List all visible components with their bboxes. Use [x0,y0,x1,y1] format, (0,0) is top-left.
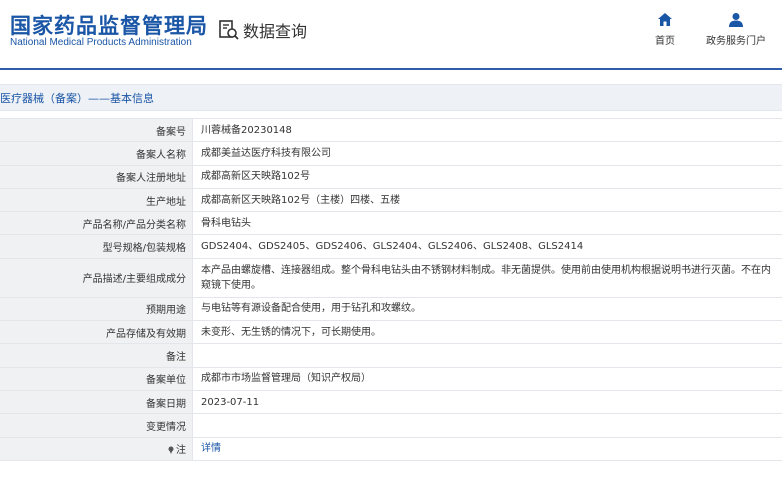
field-label: 预期用途 [0,296,193,322]
field-value: 未变形、无生锈的情况下，可长期使用。 [192,320,782,345]
table-row: 变更情况 [0,413,782,438]
document-search-icon [219,20,239,40]
logo-subtitle[interactable]: National Medical Products Administration [10,37,192,48]
table-row: 备案号 川蓉械备20230148 [0,117,782,143]
breadcrumb: 医疗器械（备案）——基本信息 [0,92,154,105]
record-info-table: 备案号 川蓉械备20230148 备案人名称 成都美益达医疗科技有限公司 备案人… [0,117,782,461]
note-label-cell: 注 [0,436,193,461]
field-label: 产品存储及有效期 [0,320,193,345]
data-query-title[interactable]: 数据查询 [218,18,307,42]
table-row: 备案人名称 成都美益达医疗科技有限公司 [0,141,782,166]
table-row: 备案单位 成都市市场监督管理局（知识产权局） [0,366,782,391]
field-value: 成都高新区天映路102号 [192,164,782,189]
nav-home-label: 首页 [655,36,675,47]
field-value: 本产品由螺旋槽、连接器组成。整个骨科电钻头由不锈钢材料制成。非无菌提供。使用前由… [192,257,782,298]
home-icon [658,13,672,26]
field-value: 骨科电钻头 [192,211,782,236]
table-row: 注 详情 [0,436,782,461]
field-label: 变更情况 [0,413,193,438]
field-label: 注 [176,445,186,457]
field-value: GDS2404、GDS2405、GDS2406、GLS2404、GLS2406、… [192,234,782,259]
field-label: 备案单位 [0,366,193,391]
field-value: 川蓉械备20230148 [192,117,782,143]
user-icon [729,13,743,27]
nav-home[interactable]: 首页 [650,12,680,47]
site-header: 国家药品监督管理局 National Medical Products Admi… [0,0,782,66]
field-label: 备案日期 [0,389,193,415]
table-row: 型号规格/包装规格 GDS2404、GDS2405、GDS2406、GLS240… [0,234,782,259]
field-value: 2023-07-11 [192,389,782,415]
pin-icon [168,446,174,455]
table-row: 预期用途 与电钻等有源设备配合使用，用于钻孔和攻螺纹。 [0,296,782,322]
breadcrumb-bar: 医疗器械（备案）——基本信息 [0,84,782,111]
field-label: 备注 [0,343,193,368]
table-row: 生产地址 成都高新区天映路102号（主楼）四楼、五楼 [0,187,782,213]
logo-title[interactable]: 国家药品监督管理局 [10,10,208,40]
field-value: 成都市市场监督管理局（知识产权局） [192,366,782,391]
nav-portal[interactable]: 政务服务门户 [704,12,768,47]
field-value [192,343,782,368]
field-label: 型号规格/包装规格 [0,234,193,259]
table-row: 产品描述/主要组成成分 本产品由螺旋槽、连接器组成。整个骨科电钻头由不锈钢材料制… [0,257,782,298]
nav-portal-label: 政务服务门户 [706,36,766,47]
detail-link[interactable]: 详情 [201,443,221,454]
field-value: 成都高新区天映路102号（主楼）四楼、五楼 [192,187,782,213]
field-label: 产品描述/主要组成成分 [0,257,193,298]
table-row: 产品存储及有效期 未变形、无生锈的情况下，可长期使用。 [0,320,782,345]
field-value: 与电钻等有源设备配合使用，用于钻孔和攻螺纹。 [192,296,782,322]
header-divider [0,68,782,70]
field-label: 产品名称/产品分类名称 [0,211,193,236]
field-label: 备案号 [0,117,193,143]
table-row: 备注 [0,343,782,368]
data-query-label: 数据查询 [243,22,308,41]
field-label: 备案人注册地址 [0,164,193,189]
field-label: 备案人名称 [0,141,193,166]
table-row: 备案人注册地址 成都高新区天映路102号 [0,164,782,189]
field-value: 成都美益达医疗科技有限公司 [192,141,782,166]
table-row: 产品名称/产品分类名称 骨科电钻头 [0,211,782,236]
field-value [192,413,782,438]
field-label: 生产地址 [0,187,193,213]
field-value: 详情 [192,436,782,461]
table-row: 备案日期 2023-07-11 [0,389,782,415]
